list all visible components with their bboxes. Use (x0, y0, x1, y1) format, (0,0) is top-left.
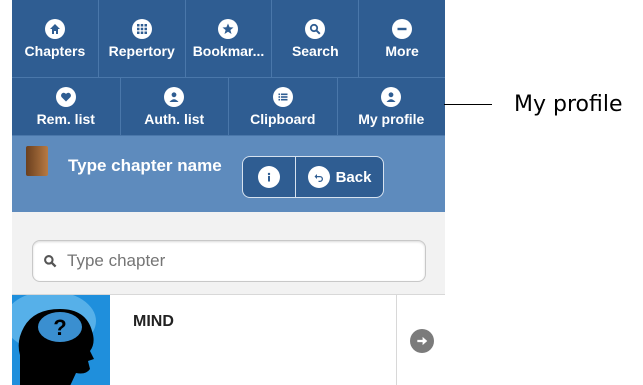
grid-icon (131, 18, 152, 39)
minus-icon (392, 18, 413, 39)
chapter-button-group: Back (242, 156, 384, 198)
nav-rem-list-button[interactable]: Rem. list (12, 78, 121, 136)
nav-repertory-button[interactable]: Repertory (98, 0, 186, 78)
user-icon (164, 86, 185, 107)
back-label: Back (335, 168, 372, 186)
nav-clipboard-label: Clipboard (250, 110, 316, 127)
search-area (12, 212, 445, 294)
list-item-open-button[interactable] (396, 295, 445, 385)
navbar: Chapters Repertory Bookmar... Search Mor… (12, 0, 445, 136)
nav-auth-list-label: Auth. list (144, 110, 205, 127)
nav-more-label: More (385, 42, 419, 59)
nav-search-label: Search (291, 42, 339, 59)
app-screen: Chapters Repertory Bookmar... Search Mor… (12, 0, 445, 385)
user-icon (381, 86, 402, 107)
callout-label: My profile (514, 92, 623, 117)
nav-chapters-label: Chapters (24, 42, 86, 59)
chapter-title: Type chapter name (68, 156, 222, 175)
list-item-title: MIND (133, 313, 174, 330)
search-icon (305, 18, 326, 39)
svg-text:?: ? (53, 315, 66, 340)
home-icon (44, 18, 65, 39)
heart-icon (55, 86, 76, 107)
nav-my-profile-button[interactable]: My profile (337, 78, 445, 136)
info-icon (258, 166, 280, 188)
nav-rem-list-label: Rem. list (36, 110, 95, 127)
callout-line (444, 104, 492, 105)
chapter-search-input[interactable] (65, 250, 399, 272)
search-icon (44, 255, 57, 268)
chapter-bar: Type chapter name Back (12, 136, 445, 212)
nav-search-button[interactable]: Search (272, 0, 360, 78)
nav-row-2: Rem. list Auth. list Clipboard My profil… (12, 78, 445, 136)
nav-bookmarks-label: Bookmar... (192, 42, 265, 59)
back-button[interactable]: Back (296, 157, 383, 197)
nav-my-profile-label: My profile (358, 110, 425, 127)
nav-repertory-label: Repertory (108, 42, 175, 59)
nav-clipboard-button[interactable]: Clipboard (229, 78, 338, 136)
arrow-right-icon (409, 328, 434, 353)
nav-more-button[interactable]: More (359, 0, 445, 78)
chapter-thumbnail: ? (12, 295, 110, 385)
list-item[interactable]: ? MIND (12, 294, 445, 385)
book-icon (26, 146, 48, 176)
nav-row-1: Chapters Repertory Bookmar... Search Mor… (12, 0, 445, 78)
search-box (32, 240, 426, 282)
list-icon (272, 86, 293, 107)
nav-auth-list-button[interactable]: Auth. list (120, 78, 229, 136)
nav-bookmarks-button[interactable]: Bookmar... (185, 0, 273, 78)
star-icon (218, 18, 239, 39)
undo-icon (307, 166, 330, 188)
nav-chapters-button[interactable]: Chapters (12, 0, 99, 78)
info-button[interactable] (243, 157, 296, 197)
